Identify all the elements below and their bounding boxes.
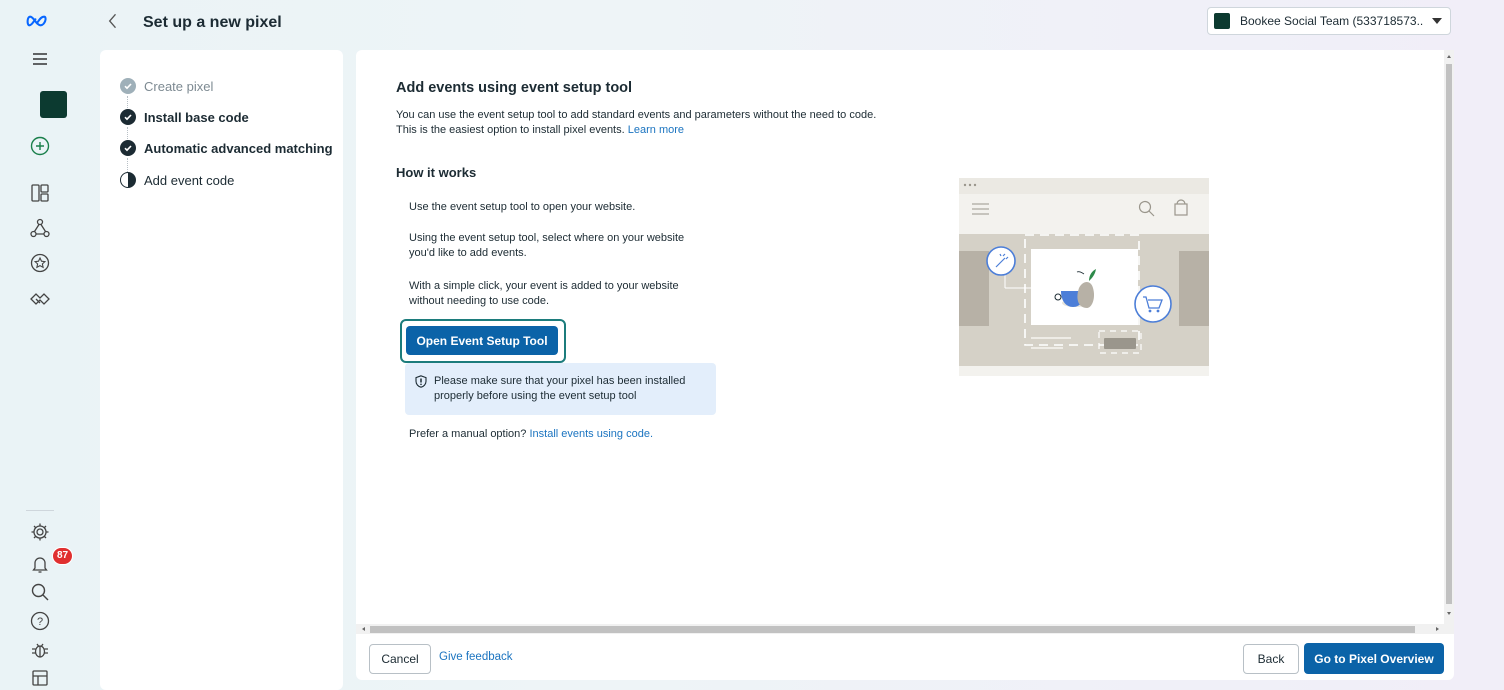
step-connector bbox=[127, 96, 128, 110]
check-circle-icon bbox=[120, 78, 136, 94]
nav-divider bbox=[26, 510, 54, 511]
section-description: You can use the event setup tool to add … bbox=[396, 108, 886, 138]
step-label: Add event code bbox=[144, 172, 235, 188]
install-events-using-code-link[interactable]: Install events using code. bbox=[529, 428, 653, 440]
search-icon[interactable] bbox=[28, 580, 52, 604]
half-circle-icon bbox=[120, 172, 136, 188]
how-step-1: Use the event setup tool to open your we… bbox=[409, 201, 636, 213]
manual-prefix: Prefer a manual option? bbox=[409, 428, 527, 440]
back-chevron-icon[interactable] bbox=[108, 12, 118, 36]
install-note: Please make sure that your pixel has bee… bbox=[405, 363, 716, 415]
left-nav-rail: 87 ? bbox=[0, 0, 79, 686]
scroll-right-arrow-icon[interactable] bbox=[1436, 627, 1439, 631]
network-icon[interactable] bbox=[28, 216, 52, 240]
step-automatic-advanced-matching: Automatic advanced matching bbox=[120, 140, 333, 156]
svg-text:?: ? bbox=[37, 616, 43, 628]
account-name: Bookee Social Team (533718573... bbox=[1240, 14, 1424, 28]
step-create-pixel: Create pixel bbox=[120, 78, 213, 94]
main-panel: Add events using event setup tool You ca… bbox=[356, 50, 1454, 680]
back-button[interactable]: Back bbox=[1243, 644, 1299, 674]
step-add-event-code: Add event code bbox=[120, 172, 234, 188]
scroll-left-arrow-icon[interactable] bbox=[362, 627, 365, 631]
step-connector bbox=[127, 127, 128, 141]
account-logo-icon bbox=[1214, 13, 1230, 29]
handshake-icon[interactable] bbox=[28, 287, 52, 311]
check-circle-icon bbox=[120, 109, 136, 125]
section-heading: Add events using event setup tool bbox=[396, 80, 633, 96]
cancel-button[interactable]: Cancel bbox=[369, 644, 431, 674]
shield-icon bbox=[415, 375, 427, 388]
settings-icon[interactable] bbox=[28, 520, 52, 544]
how-step-3: With a simple click, your event is added… bbox=[409, 280, 679, 307]
setup-steps-panel: Create pixel Install base code Automatic… bbox=[100, 50, 343, 690]
event-setup-illustration bbox=[959, 178, 1209, 376]
open-event-setup-tool-button[interactable]: Open Event Setup Tool bbox=[406, 326, 558, 355]
step-label: Automatic advanced matching bbox=[144, 140, 333, 156]
help-icon[interactable]: ? bbox=[28, 609, 52, 633]
learn-more-link[interactable]: Learn more bbox=[628, 124, 684, 136]
vertical-scrollbar[interactable] bbox=[1444, 50, 1454, 630]
menu-icon[interactable] bbox=[28, 47, 52, 71]
check-circle-icon bbox=[120, 140, 136, 156]
how-step-2: Using the event setup tool, select where… bbox=[409, 232, 685, 259]
manual-option: Prefer a manual option? Install events u… bbox=[409, 428, 653, 440]
meta-logo-icon[interactable] bbox=[26, 9, 50, 33]
star-icon[interactable] bbox=[28, 251, 52, 275]
scroll-up-arrow-icon[interactable] bbox=[1447, 55, 1451, 58]
scroll-down-arrow-icon[interactable] bbox=[1447, 612, 1451, 615]
scroll-thumb[interactable] bbox=[370, 626, 1415, 633]
scroll-thumb[interactable] bbox=[1446, 64, 1452, 604]
give-feedback-link[interactable]: Give feedback bbox=[439, 651, 513, 663]
step-connector bbox=[127, 158, 128, 172]
step-install-base-code: Install base code bbox=[120, 109, 249, 125]
account-icon[interactable] bbox=[40, 91, 67, 118]
panel-icon[interactable] bbox=[28, 666, 52, 690]
bug-icon[interactable] bbox=[28, 638, 52, 662]
create-icon[interactable] bbox=[28, 134, 52, 158]
horizontal-scrollbar[interactable] bbox=[356, 624, 1454, 634]
step-label: Install base code bbox=[144, 109, 249, 125]
notifications-icon[interactable] bbox=[28, 552, 52, 576]
note-text: Please make sure that your pixel has bee… bbox=[434, 375, 686, 402]
go-to-pixel-overview-button[interactable]: Go to Pixel Overview bbox=[1304, 643, 1444, 674]
account-selector[interactable]: Bookee Social Team (533718573... bbox=[1207, 7, 1451, 35]
notification-badge: 87 bbox=[52, 547, 74, 565]
caret-down-icon bbox=[1432, 18, 1442, 24]
dashboard-icon[interactable] bbox=[28, 181, 52, 205]
page-title: Set up a new pixel bbox=[143, 14, 282, 31]
step-label: Create pixel bbox=[144, 78, 214, 94]
how-it-works-heading: How it works bbox=[396, 165, 477, 180]
